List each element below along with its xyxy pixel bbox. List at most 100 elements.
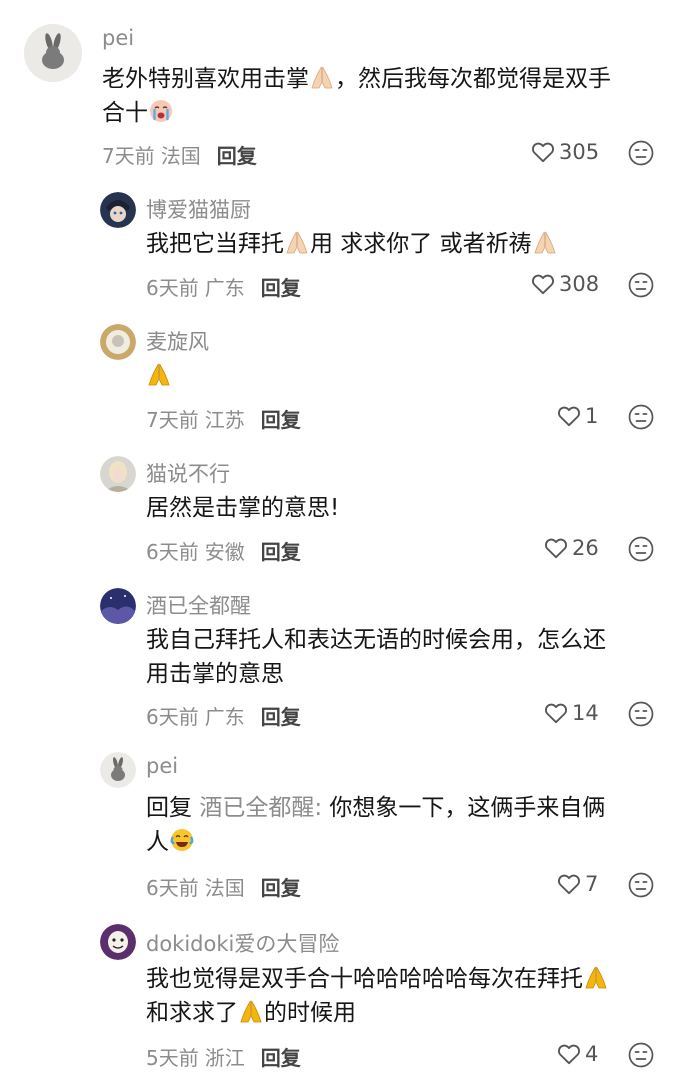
like-count: 1 <box>585 404 599 428</box>
comment-text <box>146 359 172 393</box>
comment-location: 法国 <box>204 876 245 900</box>
reply-button[interactable]: 回复 <box>217 144 257 168</box>
tears-of-joy-icon <box>169 827 195 853</box>
reply-button[interactable]: 回复 <box>261 705 301 729</box>
reply-prefix: 回复 <box>146 795 192 821</box>
comment-meta: 6天前 广东 回复 <box>146 272 301 301</box>
heart-icon <box>556 871 582 897</box>
folded-hands-icon <box>238 998 264 1024</box>
like-count: 4 <box>585 1042 599 1066</box>
dislike-face-icon[interactable] <box>628 701 654 727</box>
username[interactable]: 猫说不行 <box>146 458 230 488</box>
comment-text: 我也觉得是双手合十哈哈哈哈哈每次在拜托 和求求了 的时候用 <box>146 962 676 1030</box>
comment-meta: 7天前 法国 回复 <box>102 140 257 169</box>
comment-time: 6天前 <box>146 705 199 729</box>
avatar[interactable] <box>100 192 136 228</box>
crying-face-icon <box>148 98 174 124</box>
comment: 博爱猫猫厨 我把它当拜托用 求求你了 或者祈祷 6天前 广东 回复 308 <box>0 180 690 310</box>
dislike-face-icon[interactable] <box>628 1042 654 1068</box>
reply-button[interactable]: 回复 <box>261 876 301 900</box>
like-count: 7 <box>585 872 599 896</box>
dislike-face-icon[interactable] <box>628 272 654 298</box>
like-count: 305 <box>559 140 600 164</box>
comment: 麦旋风 7天前 江苏 回复 1 <box>0 312 690 442</box>
comment-meta: 7天前 江苏 回复 <box>146 404 301 433</box>
comment-location: 广东 <box>204 276 245 300</box>
like-button[interactable]: 1 <box>556 401 598 431</box>
avatar[interactable] <box>24 24 82 82</box>
like-button[interactable]: 7 <box>556 869 598 899</box>
heart-icon <box>556 1041 582 1067</box>
username[interactable]: 酒已全都醒 <box>146 590 251 620</box>
dislike-face-icon[interactable] <box>628 872 654 898</box>
comment-time: 6天前 <box>146 876 199 900</box>
username[interactable]: dokidoki爱の大冒险 <box>146 928 339 958</box>
comment-text: 我自己拜托人和表达无语的时候会用，怎么还 用击掌的意思 <box>146 627 606 687</box>
avatar[interactable] <box>100 924 136 960</box>
comment-text: 我把它当拜托用 求求你了 或者祈祷 <box>146 227 666 261</box>
dislike-face-icon[interactable] <box>628 536 654 562</box>
comment-location: 安徽 <box>204 540 245 564</box>
username[interactable]: 博爱猫猫厨 <box>146 194 251 224</box>
portrait-avatar-icon <box>100 456 136 492</box>
comment-location: 浙江 <box>204 1046 245 1070</box>
folded-hands-icon <box>284 229 310 255</box>
rabbit-avatar-icon <box>100 752 136 788</box>
comment-location: 广东 <box>204 705 245 729</box>
comment-text: 回复 酒已全都醒: 你想象一下，这俩手来自俩 人 <box>146 795 606 855</box>
like-button[interactable]: 308 <box>530 269 599 299</box>
anime-avatar-icon <box>100 192 136 228</box>
username[interactable]: pei <box>146 754 178 778</box>
comment-text: 居然是击掌的意思! <box>146 495 340 521</box>
like-button[interactable]: 4 <box>556 1039 598 1069</box>
meme-avatar-icon <box>100 924 136 960</box>
comment: pei 回复 酒已全都醒: 你想象一下，这俩手来自俩 人 6天前 法国 回复 7 <box>0 746 690 911</box>
folded-hands-icon <box>583 964 609 990</box>
comment-meta: 6天前 广东 回复 <box>146 701 301 730</box>
avatar[interactable] <box>100 588 136 624</box>
heart-icon <box>530 139 556 165</box>
comment-location: 法国 <box>160 144 201 168</box>
comment-time: 5天前 <box>146 1046 199 1070</box>
reply-button[interactable]: 回复 <box>261 540 301 564</box>
heart-icon <box>556 403 582 429</box>
night-sky-avatar-icon <box>100 588 136 624</box>
avatar[interactable] <box>100 752 136 788</box>
comment-time: 7天前 <box>102 144 155 168</box>
username[interactable]: pei <box>102 26 134 50</box>
rabbit-avatar-icon <box>24 24 82 82</box>
like-button[interactable]: 26 <box>543 533 599 563</box>
comment-time: 7天前 <box>146 408 199 432</box>
like-count: 26 <box>572 536 599 560</box>
dislike-face-icon[interactable] <box>628 140 654 166</box>
dislike-face-icon[interactable] <box>628 404 654 430</box>
folded-hands-icon <box>146 361 172 387</box>
avatar[interactable] <box>100 456 136 492</box>
like-button[interactable]: 14 <box>543 698 599 728</box>
reply-target-username[interactable]: 酒已全都醒: <box>199 795 322 821</box>
reply-button[interactable]: 回复 <box>261 276 301 300</box>
comment: 猫说不行 居然是击掌的意思! 6天前 安徽 回复 26 <box>0 444 690 574</box>
comment-text: 老外特别喜欢用击掌 ，然后我每次都觉得是双手 合十 <box>102 64 611 126</box>
folded-hands-icon <box>309 64 335 90</box>
comment: pei 老外特别喜欢用击掌 ，然后我每次都觉得是双手 合十 7天前 法国 回复 305 <box>0 0 690 180</box>
reply-button[interactable]: 回复 <box>261 408 301 432</box>
comment-meta: 6天前 安徽 回复 <box>146 536 301 565</box>
heart-icon <box>530 271 556 297</box>
comment-time: 6天前 <box>146 276 199 300</box>
comment-meta: 5天前 浙江 回复 <box>146 1042 301 1071</box>
folded-hands-icon <box>532 229 558 255</box>
like-button[interactable]: 305 <box>530 137 599 167</box>
like-count: 308 <box>559 272 600 296</box>
comment-location: 江苏 <box>204 408 245 432</box>
reply-button[interactable]: 回复 <box>261 1046 301 1070</box>
badge-avatar-icon <box>100 324 136 360</box>
comment: dokidoki爱の大冒险 我也觉得是双手合十哈哈哈哈哈每次在拜托 和求求了 的时… <box>0 914 690 1075</box>
comment-meta: 6天前 法国 回复 <box>146 872 301 901</box>
like-count: 14 <box>572 701 599 725</box>
comment-time: 6天前 <box>146 540 199 564</box>
username[interactable]: 麦旋风 <box>146 326 209 356</box>
comment: 酒已全都醒 我自己拜托人和表达无语的时候会用，怎么还 用击掌的意思 6天前 广东回… <box>0 576 690 741</box>
heart-icon <box>543 700 569 726</box>
avatar[interactable] <box>100 324 136 360</box>
